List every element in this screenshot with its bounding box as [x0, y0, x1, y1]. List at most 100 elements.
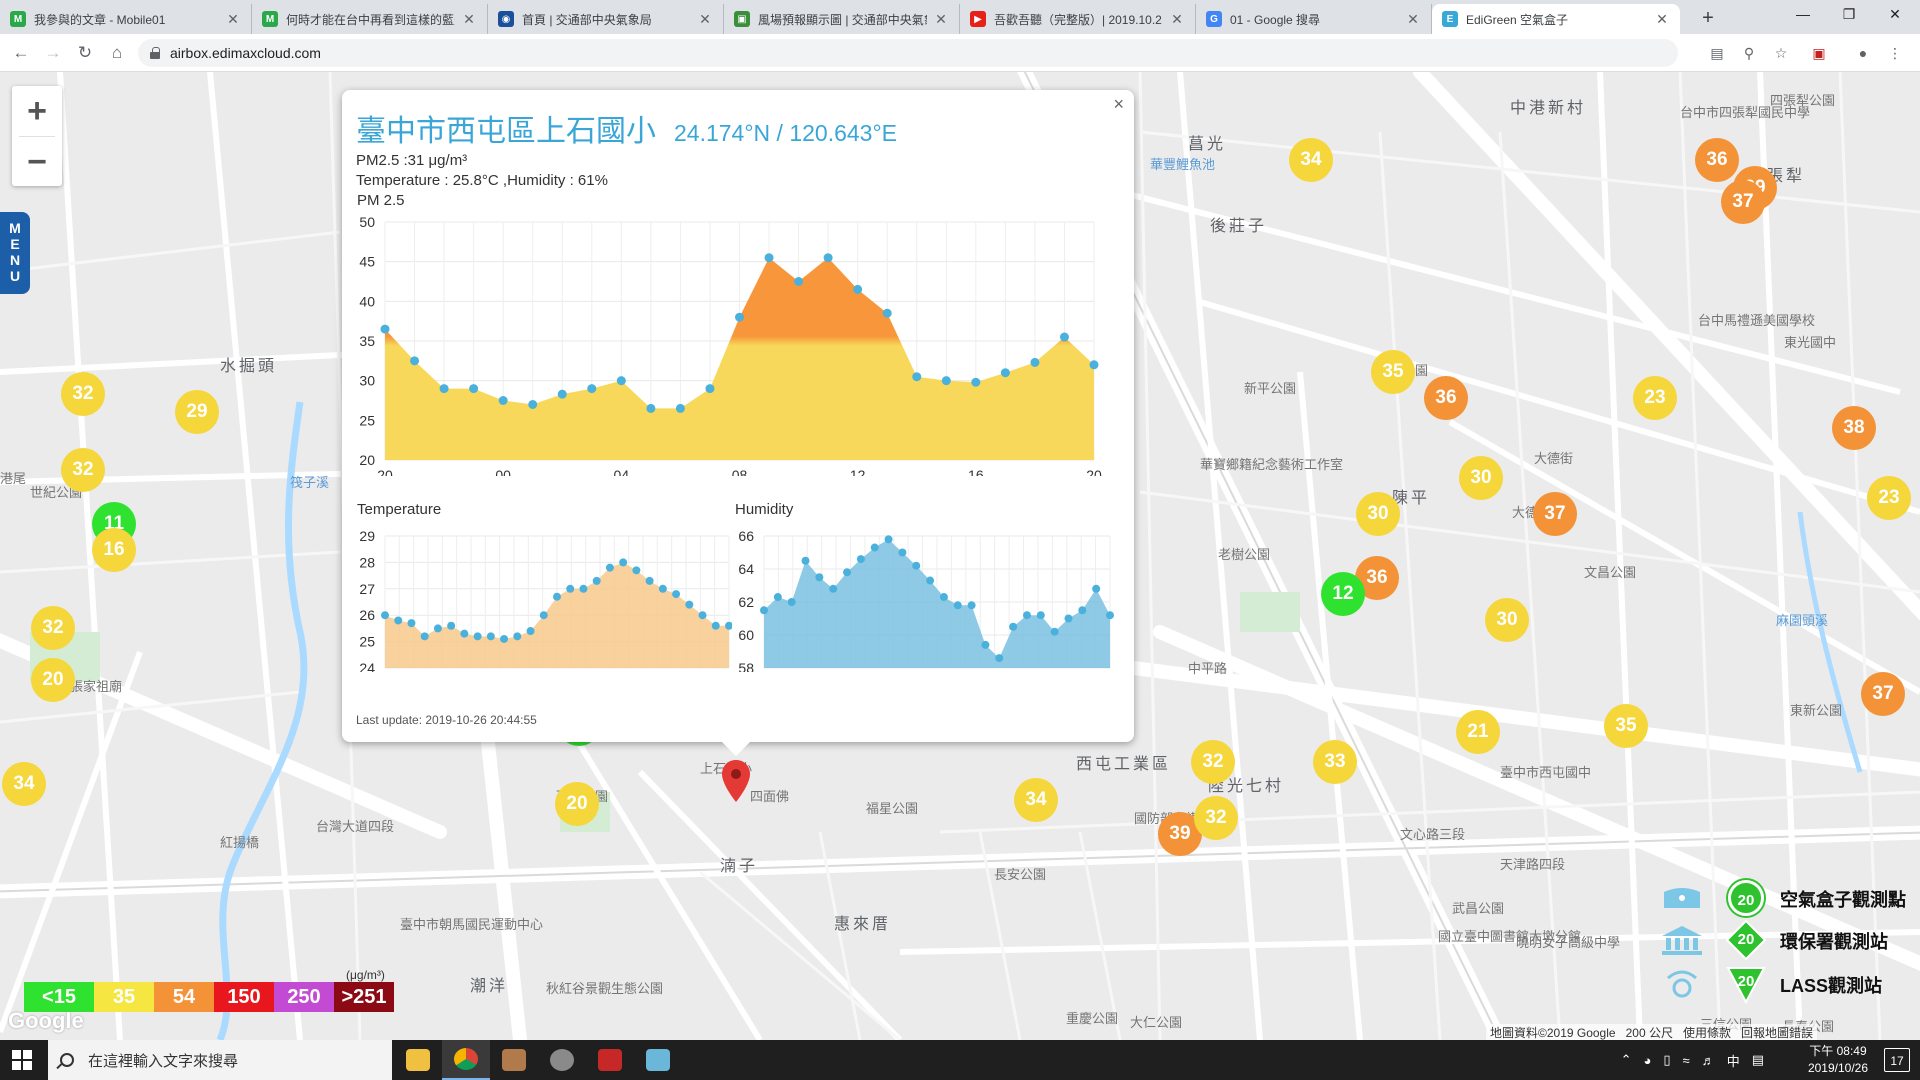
data-point[interactable] — [787, 598, 796, 606]
data-point[interactable] — [764, 253, 774, 263]
data-point[interactable] — [773, 593, 782, 602]
bookmark-star-icon[interactable]: ☆ — [1770, 42, 1792, 64]
data-point[interactable] — [1064, 614, 1073, 623]
data-point[interactable] — [528, 399, 538, 409]
airbox-station-marker[interactable]: 33 — [1313, 740, 1357, 784]
chrome-icon[interactable] — [442, 1040, 490, 1080]
data-point[interactable] — [632, 566, 641, 575]
data-point[interactable] — [870, 543, 879, 552]
tab-close-icon[interactable]: ✕ — [1169, 11, 1185, 28]
data-point[interactable] — [823, 253, 833, 263]
airbox-station-marker[interactable]: 32 — [1191, 740, 1235, 784]
file-explorer-icon[interactable] — [394, 1040, 442, 1080]
data-point[interactable] — [1022, 611, 1031, 620]
data-point[interactable] — [801, 556, 810, 565]
data-point[interactable] — [439, 384, 449, 394]
airbox-station-marker[interactable]: 36 — [1424, 376, 1468, 420]
app-icon-4[interactable] — [538, 1040, 586, 1080]
data-point[interactable] — [882, 308, 892, 318]
data-point[interactable] — [447, 621, 456, 630]
airbox-station-marker[interactable]: 16 — [92, 528, 136, 572]
data-point[interactable] — [912, 561, 921, 570]
airbox-station-marker[interactable]: 37 — [1861, 672, 1905, 716]
volume-icon[interactable]: ♬ — [1702, 1053, 1715, 1068]
browser-tab[interactable]: ◉ 首頁 | 交通部中央氣象局 ✕ — [488, 4, 724, 34]
reload-button[interactable]: ↻ — [72, 40, 98, 66]
airbox-station-marker[interactable]: 32 — [61, 372, 105, 416]
data-point[interactable] — [829, 584, 838, 593]
airbox-station-marker[interactable]: 38 — [1832, 406, 1876, 450]
airbox-station-marker[interactable]: 34 — [1289, 138, 1333, 182]
tray-chevron-icon[interactable]: ⌃ — [1621, 1052, 1632, 1068]
airbox-station-marker[interactable]: 20 — [555, 782, 599, 826]
extension-icon[interactable]: ▣ — [1808, 42, 1830, 64]
ime-indicator[interactable]: 中 — [1727, 1051, 1740, 1070]
data-point[interactable] — [1030, 357, 1040, 367]
browser-tab[interactable]: ▶ 吾歡吾聽（完整版）| 2019.10.2 ✕ — [960, 4, 1196, 34]
airbox-station-marker[interactable]: 29 — [175, 390, 219, 434]
taskbar-clock[interactable]: 下午 08:49 2019/10/26 — [1808, 1043, 1868, 1077]
data-point[interactable] — [941, 376, 951, 386]
zoom-icon[interactable]: ⚲ — [1738, 42, 1760, 64]
airbox-station-marker[interactable]: 30 — [1356, 492, 1400, 536]
data-point[interactable] — [619, 558, 628, 567]
data-point[interactable] — [685, 600, 694, 609]
data-point[interactable] — [1092, 584, 1101, 593]
airbox-station-marker[interactable]: 30 — [1485, 598, 1529, 642]
data-point[interactable] — [513, 632, 522, 641]
wifi-icon[interactable]: ≈ — [1683, 1053, 1690, 1068]
data-point[interactable] — [592, 576, 601, 585]
data-point[interactable] — [698, 611, 707, 620]
data-point[interactable] — [646, 403, 656, 413]
airbox-station-marker[interactable]: 21 — [1456, 710, 1500, 754]
zoom-out-button[interactable]: − — [12, 137, 62, 187]
data-point[interactable] — [843, 568, 852, 577]
data-point[interactable] — [794, 277, 804, 286]
data-point[interactable] — [1059, 332, 1069, 342]
data-point[interactable] — [898, 548, 907, 557]
data-point[interactable] — [500, 634, 509, 643]
data-point[interactable] — [469, 384, 479, 394]
data-point[interactable] — [1106, 611, 1114, 620]
data-point[interactable] — [460, 629, 469, 638]
minimize-button[interactable]: — — [1780, 0, 1826, 30]
browser-tab[interactable]: G 01 - Google 搜尋 ✕ — [1196, 4, 1432, 34]
airbox-station-marker[interactable]: 30 — [1459, 456, 1503, 500]
tab-close-icon[interactable]: ✕ — [1654, 11, 1670, 28]
data-point[interactable] — [1050, 627, 1059, 636]
data-point[interactable] — [1078, 606, 1087, 615]
data-point[interactable] — [498, 396, 508, 405]
airbox-station-marker[interactable]: 37 — [1533, 492, 1577, 536]
browser-tab[interactable]: E EdiGreen 空氣盒子 ✕ — [1432, 4, 1680, 34]
keyboard-icon[interactable]: ▤ — [1752, 1052, 1764, 1068]
translate-icon[interactable]: ▤ — [1706, 42, 1728, 64]
data-point[interactable] — [967, 601, 976, 610]
close-window-button[interactable]: ✕ — [1872, 0, 1918, 30]
map-scale[interactable]: 200 公尺 — [1626, 1026, 1673, 1040]
airbox-station-marker[interactable]: 34 — [2, 762, 46, 806]
data-point[interactable] — [672, 590, 681, 599]
report-map-error-link[interactable]: 回報地圖錯誤 — [1741, 1026, 1813, 1040]
airbox-station-marker[interactable]: 32 — [61, 448, 105, 492]
profile-icon[interactable]: ● — [1852, 42, 1874, 64]
data-point[interactable] — [912, 372, 922, 382]
data-point[interactable] — [394, 616, 403, 625]
data-point[interactable] — [995, 654, 1004, 663]
data-point[interactable] — [971, 377, 981, 387]
airbox-station-marker[interactable]: 23 — [1633, 376, 1677, 420]
data-point[interactable] — [1009, 622, 1018, 631]
data-point[interactable] — [1036, 611, 1045, 620]
data-point[interactable] — [473, 632, 482, 641]
data-point[interactable] — [587, 384, 597, 394]
data-point[interactable] — [675, 403, 685, 413]
windows-start-icon[interactable] — [12, 1050, 32, 1070]
forward-button[interactable]: → — [40, 40, 66, 66]
network-icon[interactable]: ◕ — [1644, 1053, 1652, 1068]
side-menu-button[interactable]: MENU — [0, 212, 30, 294]
browser-tab[interactable]: M 何時才能在台中再看到這樣的藍天 ✕ — [252, 4, 488, 34]
airbox-station-marker[interactable]: 36 — [1695, 138, 1739, 182]
data-point[interactable] — [853, 284, 863, 294]
data-point[interactable] — [1089, 360, 1099, 370]
airbox-station-marker[interactable]: 32 — [31, 606, 75, 650]
browser-tab[interactable]: M 我參與的文章 - Mobile01 ✕ — [0, 4, 252, 34]
